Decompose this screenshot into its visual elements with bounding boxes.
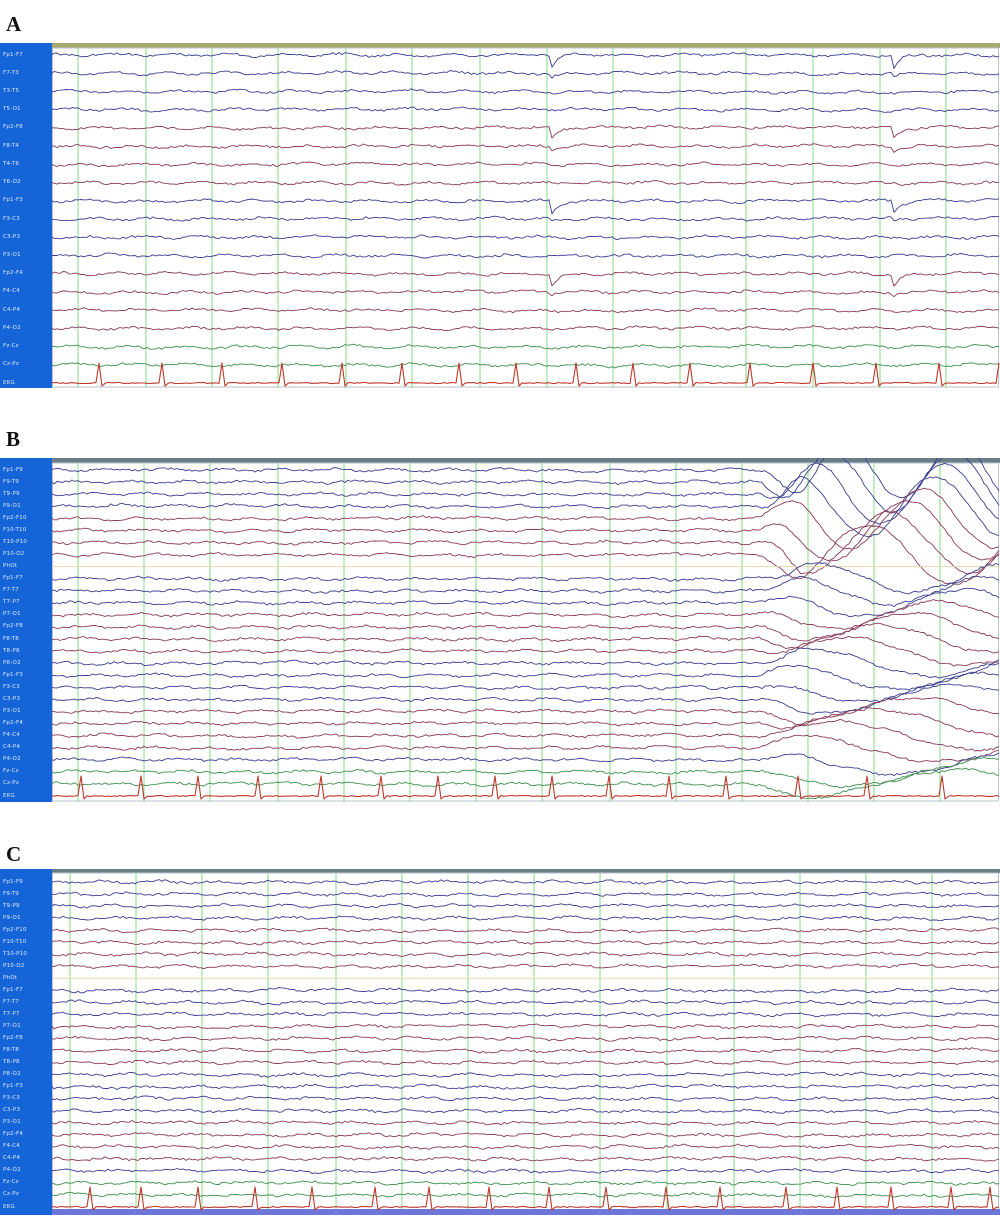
panel-letter-b: B <box>6 427 21 451</box>
eeg-trace <box>51 289 1000 298</box>
eeg-trace <box>51 915 1000 922</box>
eeg-panel-a: Fp1-F7 F7-T3 T3-T5 T5-O1 Fp2-F8 F8-T4 T4-T6 T6-… <box>0 43 1000 388</box>
eeg-trace <box>51 510 1000 575</box>
eeg-trace <box>51 1167 1000 1174</box>
eeg-trace <box>51 88 1000 95</box>
eeg-trace <box>51 343 1000 350</box>
eeg-panel-c: Fp1-F9 F9-T9 T9-P9 P9-O1 Fp2-F10 F10-T10 T10-P… <box>0 869 1000 1215</box>
eeg-trace <box>51 587 1000 618</box>
eeg-trace <box>51 697 1000 726</box>
ekg-trace <box>51 362 1000 387</box>
eeg-trace <box>51 198 1000 215</box>
top-bar <box>52 43 1000 48</box>
eeg-panel-b: Fp1-F9 F9-T9 T9-P9 P9-O1 Fp2-F10 F10-T10 T10-P… <box>0 458 1000 802</box>
eeg-trace <box>51 927 1000 934</box>
eeg-trace <box>51 647 1000 679</box>
eeg-trace <box>51 951 1000 958</box>
eeg-trace <box>51 52 1000 69</box>
eeg-trace <box>51 1119 1000 1126</box>
eeg-trace <box>51 962 1000 970</box>
eeg-trace <box>51 458 1000 514</box>
ekg-trace <box>51 775 1000 800</box>
eeg-trace <box>51 270 1000 287</box>
eeg-trace <box>51 986 1000 994</box>
eeg-trace <box>51 161 1000 168</box>
eeg-trace <box>51 767 1000 800</box>
eeg-trace <box>51 234 1000 241</box>
bottom-bar <box>52 1209 1000 1215</box>
eeg-trace <box>51 487 1000 550</box>
eeg-trace <box>51 611 1000 642</box>
eeg-trace-area-a <box>51 43 1000 388</box>
top-bar <box>52 869 1000 873</box>
eeg-trace <box>51 635 1000 667</box>
eeg-trace <box>51 1059 1000 1066</box>
ekg-trace <box>51 1186 1000 1211</box>
eeg-trace <box>51 1132 1000 1139</box>
eeg-trace <box>51 1155 1000 1162</box>
eeg-trace <box>51 215 1000 222</box>
eeg-trace <box>51 307 1000 314</box>
eeg-trace <box>51 462 1000 525</box>
eeg-trace <box>51 1143 1000 1150</box>
eeg-trace <box>51 124 1000 139</box>
eeg-trace <box>51 500 1000 562</box>
eeg-trace <box>51 1047 1000 1054</box>
eeg-trace <box>51 1107 1000 1114</box>
eeg-trace <box>51 362 1000 369</box>
eeg-trace <box>51 1071 1000 1078</box>
eeg-trace <box>51 1023 999 1030</box>
eeg-trace <box>51 1095 1000 1102</box>
eeg-trace <box>51 999 1000 1006</box>
eeg-trace <box>51 143 1000 153</box>
eeg-trace <box>51 325 1000 331</box>
eeg-trace <box>51 599 1000 630</box>
eeg-trace <box>51 891 1000 898</box>
eeg-trace <box>51 1011 1000 1018</box>
eeg-trace <box>51 1035 1000 1042</box>
trace-frame <box>52 47 999 388</box>
trace-frame <box>52 872 999 1215</box>
eeg-trace <box>51 939 1000 946</box>
eeg-trace <box>51 458 1000 499</box>
eeg-trace <box>51 180 1000 186</box>
panel-letter-a: A <box>6 12 22 36</box>
top-bar <box>52 458 1000 463</box>
eeg-trace <box>51 252 1000 259</box>
eeg-trace-area-b <box>51 458 1000 802</box>
eeg-trace <box>51 903 1000 909</box>
eeg-trace <box>51 752 1000 777</box>
eeg-trace <box>51 1191 1000 1199</box>
eeg-trace <box>51 106 1000 113</box>
eeg-trace <box>51 70 1000 79</box>
eeg-trace <box>51 879 1000 886</box>
eeg-trace <box>51 562 1000 595</box>
eeg-trace <box>51 1180 1000 1186</box>
trace-frame <box>52 462 999 802</box>
panel-letter-c: C <box>6 842 22 866</box>
eeg-trace <box>51 1083 1000 1090</box>
eeg-trace-area-c <box>51 869 1000 1215</box>
